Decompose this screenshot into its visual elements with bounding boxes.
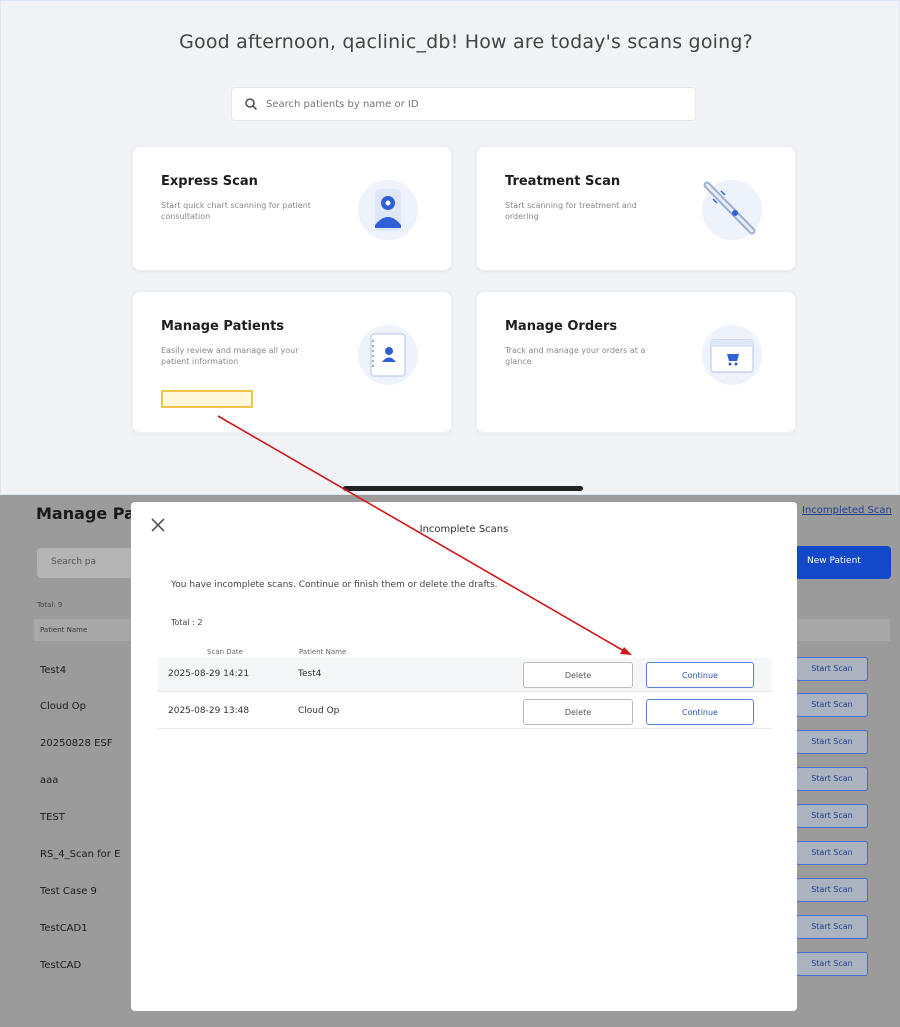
card-title: Manage Orders (505, 319, 618, 334)
order-cart-icon (702, 325, 762, 385)
card-subtitle: Start quick chart scanning for patient c… (161, 201, 311, 221)
start-scan-button[interactable]: Start Scan (796, 878, 868, 902)
card-subtitle: Start scanning for treatment and orderin… (505, 201, 637, 221)
patient-search-bar[interactable] (231, 87, 696, 121)
scan-row: 2025-08-29 14:21 Test4 Delete Continue (158, 658, 772, 692)
table-row[interactable]: 20250828 ESF (40, 738, 135, 749)
treatment-scan-card[interactable]: Treatment Scan Start scanning for treatm… (476, 146, 796, 271)
table-row[interactable]: TestCAD (40, 960, 135, 971)
patient-name: Test4 (298, 669, 322, 679)
table-row[interactable]: TestCAD1 (40, 923, 135, 934)
table-row[interactable]: TEST (40, 812, 135, 823)
modal-message: You have incomplete scans. Continue or f… (171, 580, 498, 590)
start-scan-button[interactable]: Start Scan (796, 767, 868, 791)
modal-total: Total : 2 (171, 618, 203, 627)
table-row[interactable]: aaa (40, 775, 135, 786)
home-indicator (343, 486, 583, 491)
card-title: Express Scan (161, 174, 258, 189)
start-scan-button[interactable]: Start Scan (796, 730, 868, 754)
greeting-text: Good afternoon, qaclinic_db! How are tod… (179, 31, 753, 53)
delete-button[interactable]: Delete (523, 699, 633, 725)
table-row[interactable]: Cloud Op (40, 701, 135, 712)
table-row[interactable]: RS_4_Scan for E (40, 849, 135, 860)
card-subtitle: Easily review and manage all your patien… (161, 346, 299, 366)
manage-patients-screen: Manage Pa Incompleted Scan Search pa New… (0, 495, 900, 1027)
start-scan-button[interactable]: Start Scan (796, 693, 868, 717)
scan-date: 2025-08-29 13:48 (168, 706, 250, 716)
card-title: Manage Patients (161, 319, 285, 334)
start-scan-button[interactable]: Start Scan (796, 804, 868, 828)
table-row[interactable]: Test Case 9 (40, 886, 135, 897)
card-subtitle: Track and manage your orders at a glance (505, 346, 646, 366)
column-header-actions (795, 619, 890, 641)
scanner-wand-icon (702, 180, 762, 240)
highlight-box (161, 390, 253, 408)
column-header-date: Scan Date (207, 648, 243, 656)
manage-patients-card[interactable]: Manage Patients Easily review and manage… (132, 291, 452, 433)
table-row[interactable]: Test4 (40, 665, 135, 676)
modal-title: Incomplete Scans (419, 524, 509, 535)
continue-button[interactable]: Continue (646, 662, 754, 688)
new-patient-button[interactable]: New Patient (795, 546, 891, 579)
patient-name: Cloud Op (298, 706, 340, 716)
incomplete-scan-link[interactable]: Incompleted Scan (802, 505, 892, 516)
column-header-name: Patient Name (299, 648, 347, 656)
total-count: Total: 9 (37, 601, 63, 609)
start-scan-button[interactable]: Start Scan (796, 657, 868, 681)
start-scan-button[interactable]: Start Scan (796, 952, 868, 976)
patient-search-input[interactable] (266, 98, 666, 110)
incomplete-scans-modal: Incomplete Scans You have incomplete sca… (131, 502, 797, 1011)
page-title: Manage Pa (36, 504, 135, 523)
user-scan-icon (358, 180, 418, 240)
start-scan-button[interactable]: Start Scan (796, 915, 868, 939)
scan-row: 2025-08-29 13:48 Cloud Op Delete Continu… (158, 695, 772, 729)
delete-button[interactable]: Delete (523, 662, 633, 688)
continue-button[interactable]: Continue (646, 699, 754, 725)
column-header: Patient Name (34, 619, 132, 641)
dashboard-panel: Good afternoon, qaclinic_db! How are tod… (0, 0, 900, 495)
manage-orders-card[interactable]: Manage Orders Track and manage your orde… (476, 291, 796, 433)
patient-folder-icon (358, 325, 418, 385)
express-scan-card[interactable]: Express Scan Start quick chart scanning … (132, 146, 452, 271)
search-icon (245, 98, 258, 111)
card-title: Treatment Scan (505, 174, 621, 189)
start-scan-button[interactable]: Start Scan (796, 841, 868, 865)
scan-date: 2025-08-29 14:21 (168, 669, 250, 679)
